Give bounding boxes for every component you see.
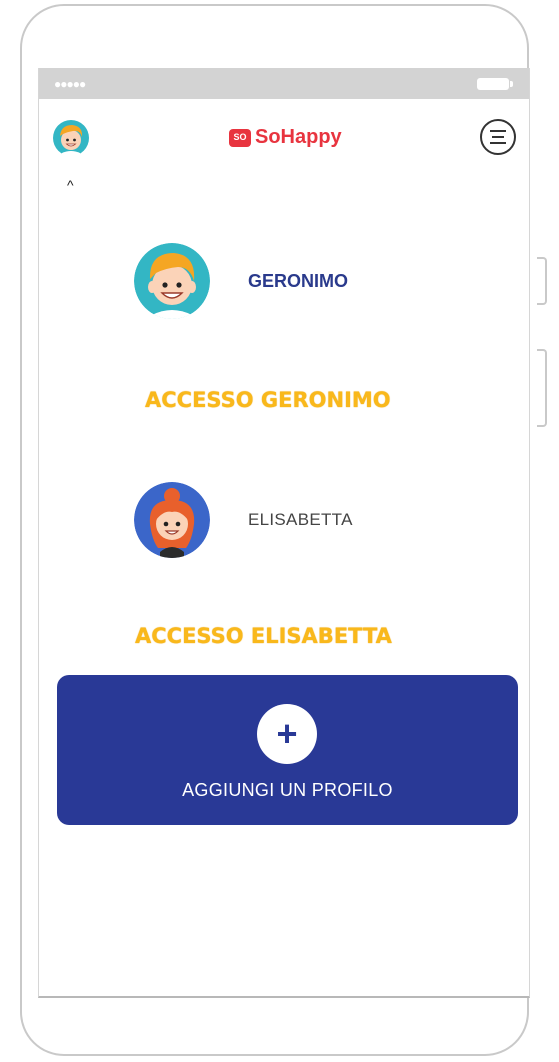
app-screen: ●●●●● ^ SO SoHappy GERONIMO ACCESSO GERO… [38,68,530,998]
phone-side-button [537,257,547,305]
add-profile-label: AGGIUNGI UN PROFILO [182,780,393,800]
logo-text: SoHappy [255,126,342,148]
profile-row-geronimo[interactable]: GERONIMO [134,243,348,319]
chevron-up-icon[interactable]: ^ [67,178,74,192]
phone-side-button [537,349,547,427]
access-geronimo-link[interactable]: ACCESSO GERONIMO [145,388,391,412]
profile-name: ELISABETTA [248,510,353,529]
access-elisabetta-link[interactable]: ACCESSO ELISABETTA [135,624,392,648]
profile-row-elisabetta[interactable]: ELISABETTA [134,482,353,558]
app-logo: SO SoHappy [229,126,342,149]
add-profile-button[interactable]: + AGGIUNGI UN PROFILO [57,675,518,825]
boy-avatar [134,243,210,319]
signal-icon: ●●●●● [54,77,86,91]
girl-avatar [134,482,210,558]
profile-name: GERONIMO [248,270,349,291]
logo-badge: SO [229,128,251,147]
plus-icon: + [257,704,317,764]
hamburger-menu-icon[interactable] [479,118,517,156]
current-user-avatar[interactable] [53,120,89,156]
status-bar: ●●●●● [39,68,529,99]
battery-icon [477,78,513,90]
